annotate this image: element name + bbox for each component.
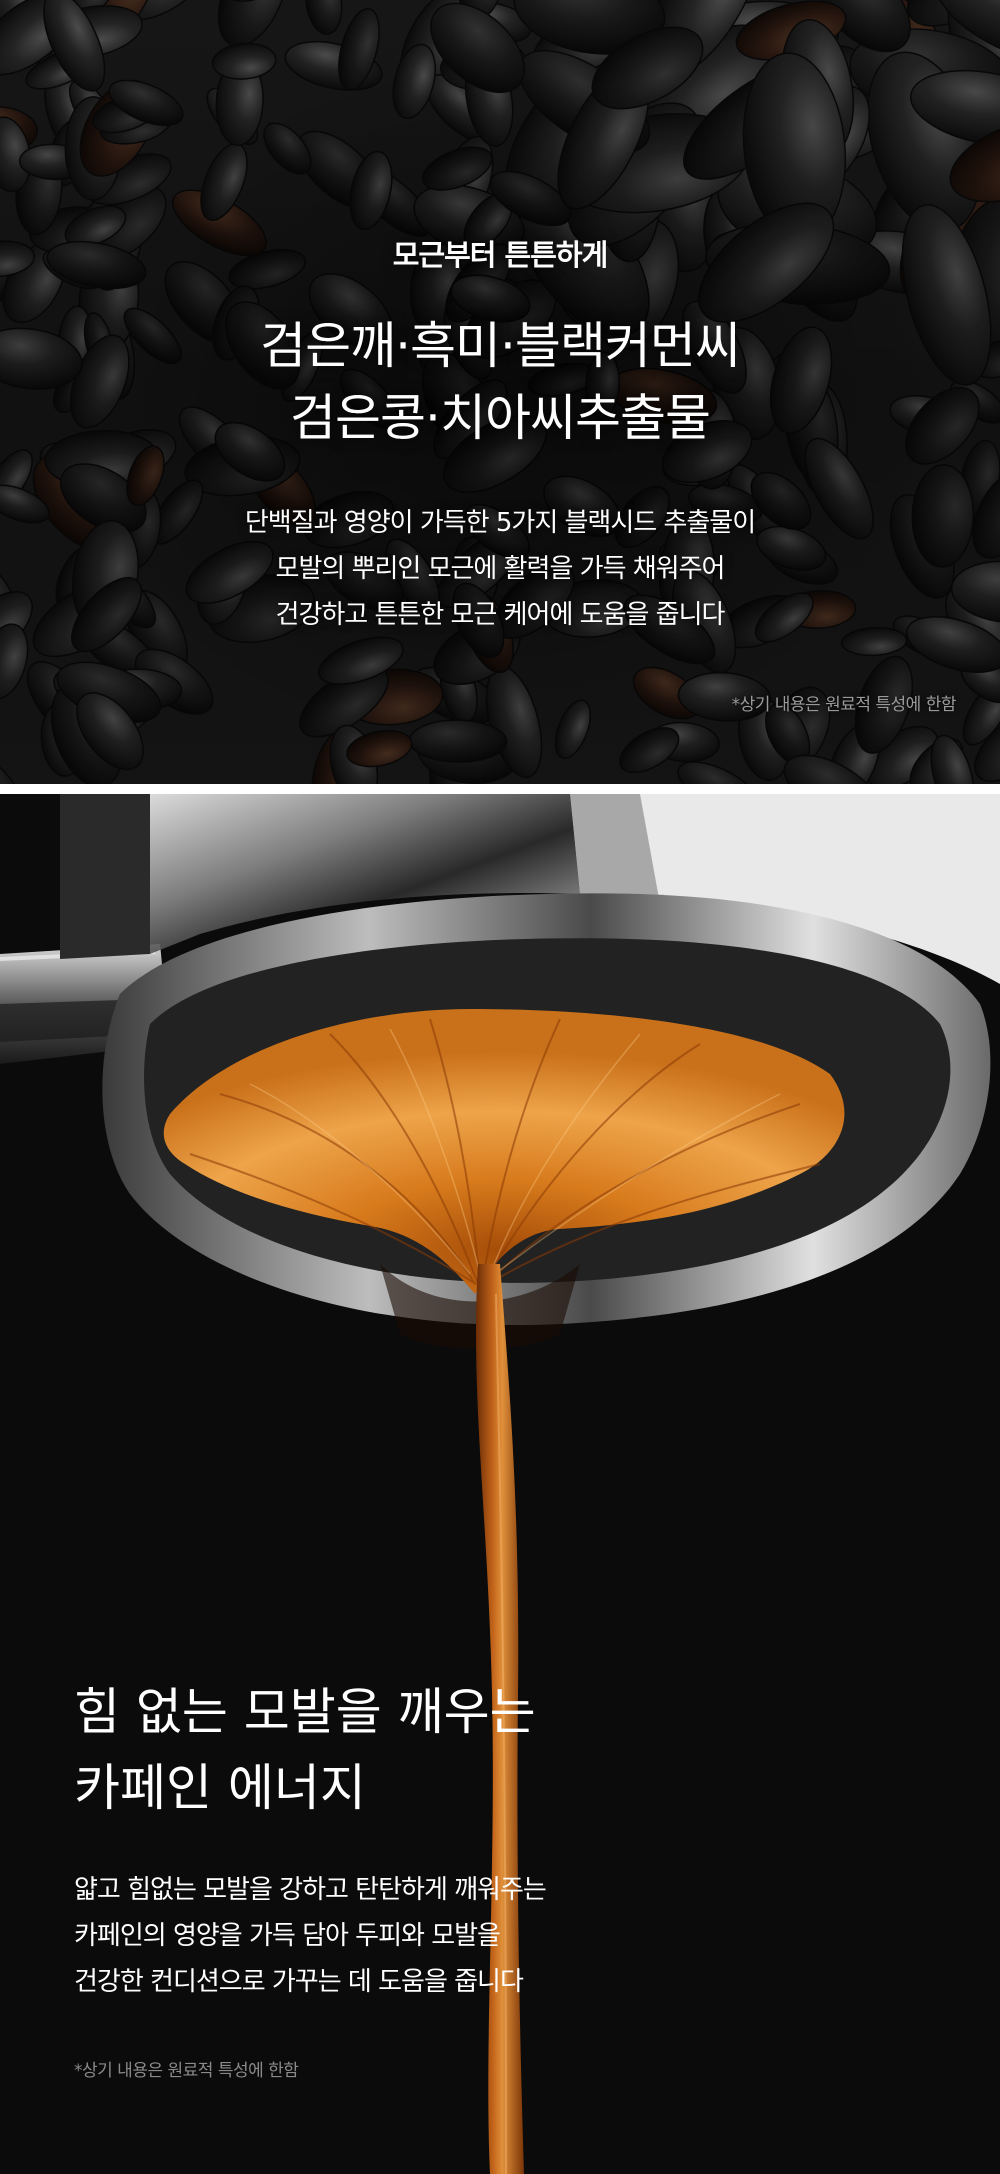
caffeine-desc-line: 건강한 컨디션으로 가꾸는 데 도움을 줍니다	[74, 1967, 524, 1997]
seed-desc-line: 건강하고 튼튼한 모근 케어에 도움을 줍니다	[275, 600, 726, 630]
seed-title-line: 검은깨·흑미·블랙커먼씨	[260, 317, 741, 375]
seed-desc-line: 단백질과 영양이 가득한 5가지 블랙시드 추출물이	[244, 508, 756, 538]
caffeine-title-line: 카페인 에너지	[74, 1759, 366, 1817]
caffeine-title-line: 힘 없는 모발을 깨우는	[74, 1683, 536, 1741]
caffeine-section: 힘 없는 모발을 깨우는 카페인 에너지 얇고 힘없는 모발을 강하고 탄탄하게…	[0, 794, 1000, 2174]
caffeine-description: 얇고 힘없는 모발을 강하고 탄탄하게 깨워주는 카페인의 영양을 가득 담아 …	[74, 1867, 547, 2005]
seed-disclaimer: *상기 내용은 원료적 특성에 한함	[731, 695, 957, 715]
caffeine-desc-line: 얇고 힘없는 모발을 강하고 탄탄하게 깨워주는	[74, 1875, 547, 1905]
seed-title: 검은깨·흑미·블랙커먼씨 검은콩·치아씨추출물	[0, 310, 1000, 454]
black-seed-section: 모근부터 튼튼하게 검은깨·흑미·블랙커먼씨 검은콩·치아씨추출물 단백질과 영…	[0, 0, 1000, 784]
caffeine-disclaimer: *상기 내용은 원료적 특성에 한함	[74, 2061, 299, 2081]
seed-description: 단백질과 영양이 가득한 5가지 블랙시드 추출물이 모발의 뿌리인 모근에 활…	[0, 500, 1000, 638]
seed-eyebrow: 모근부터 튼튼하게	[392, 238, 609, 272]
caffeine-title: 힘 없는 모발을 깨우는 카페인 에너지	[74, 1674, 536, 1826]
seed-title-line: 검은콩·치아씨추출물	[290, 389, 711, 447]
caffeine-desc-line: 카페인의 영양을 가득 담아 두피와 모발을	[74, 1921, 501, 1951]
section-divider	[0, 784, 1000, 794]
seed-desc-line: 모발의 뿌리인 모근에 활력을 가득 채워주어	[275, 554, 726, 584]
